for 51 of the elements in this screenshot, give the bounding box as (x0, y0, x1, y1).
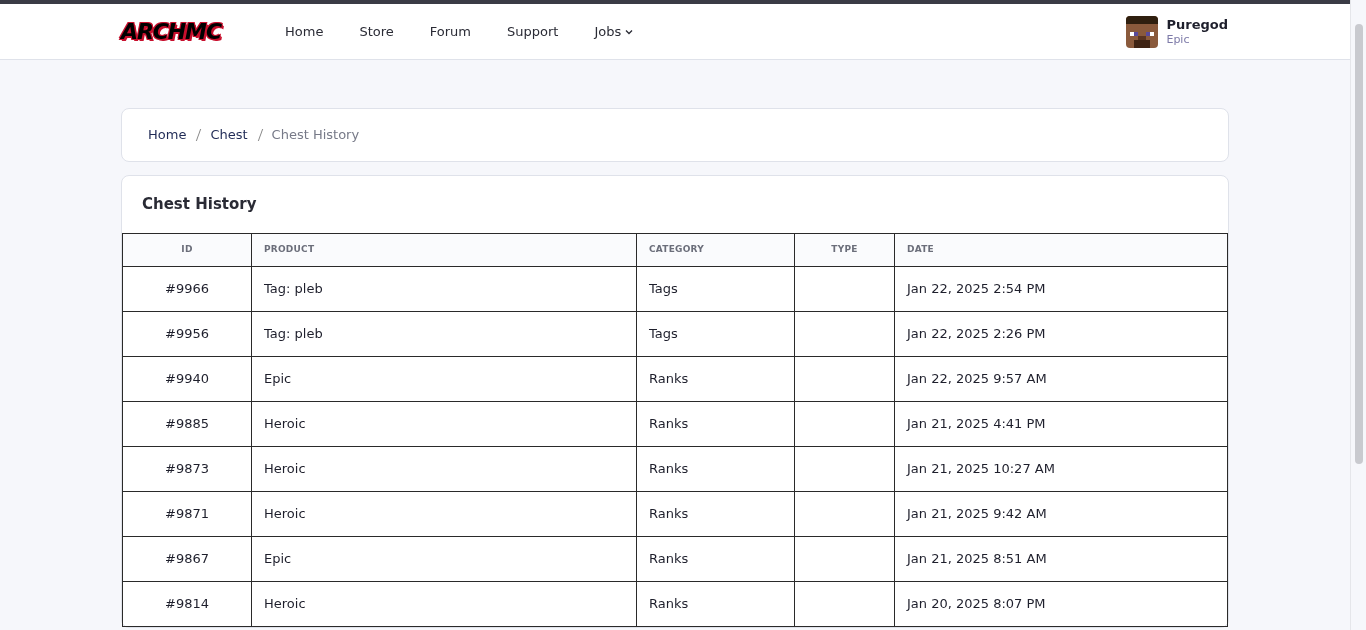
column-header: TYPE (794, 233, 895, 267)
breadcrumb-link[interactable]: Chest (210, 125, 248, 145)
table-cell: #9867 (122, 536, 252, 582)
breadcrumb-current: Chest History (271, 126, 360, 145)
table-cell: Tags (636, 266, 795, 312)
table-cell: Ranks (636, 401, 795, 447)
table-cell: #9885 (122, 401, 252, 447)
table-cell: Epic (251, 536, 637, 582)
table-cell: Heroic (251, 401, 637, 447)
table-cell: Ranks (636, 356, 795, 402)
table-cell: #9940 (122, 356, 252, 402)
breadcrumb-link[interactable]: Home (148, 125, 187, 145)
table-cell: Jan 20, 2025 8:07 PM (894, 581, 1228, 627)
table-cell: Ranks (636, 491, 795, 537)
table-cell: Ranks (636, 581, 795, 627)
table-cell: Ranks (636, 536, 795, 582)
table-cell: Heroic (251, 581, 637, 627)
table-cell: #9814 (122, 581, 252, 627)
table-cell: #9956 (122, 311, 252, 357)
table-cell: Jan 21, 2025 8:51 AM (894, 536, 1228, 582)
table-cell: Jan 21, 2025 4:41 PM (894, 401, 1228, 447)
table-cell: Jan 21, 2025 9:42 AM (894, 491, 1228, 537)
table-cell: Epic (251, 356, 637, 402)
column-header: DATE (894, 233, 1228, 267)
card-title: Chest History (141, 194, 258, 216)
column-header: PRODUCT (251, 233, 637, 267)
table-cell: Jan 21, 2025 10:27 AM (894, 446, 1228, 492)
avatar-icon[interactable] (1126, 15, 1159, 48)
table-cell: Jan 22, 2025 2:26 PM (894, 311, 1228, 357)
column-header: ID (122, 233, 252, 267)
nav-link[interactable]: Forum (429, 21, 471, 42)
nav-link[interactable]: Jobs (594, 21, 634, 42)
table-cell: Jan 22, 2025 9:57 AM (894, 356, 1228, 402)
table-cell: Tag: pleb (251, 311, 637, 357)
table-cell: Ranks (636, 446, 795, 492)
table-cell: Heroic (251, 446, 637, 492)
table-cell: Tag: pleb (251, 266, 637, 312)
nav-link[interactable]: Home (285, 21, 324, 42)
column-header: CATEGORY (636, 233, 795, 267)
nav-link[interactable]: Store (359, 21, 394, 42)
table-cell: Jan 22, 2025 2:54 PM (894, 266, 1228, 312)
scrollbar[interactable] (1350, 0, 1366, 630)
user-rank: Epic (1166, 32, 1191, 47)
nav-link[interactable]: Support (507, 21, 559, 42)
logo[interactable]: ARCHMC (121, 15, 233, 48)
table-cell: #9966 (122, 266, 252, 312)
table-cell: #9873 (122, 446, 252, 492)
table-cell: #9871 (122, 491, 252, 537)
table-cell: Heroic (251, 491, 637, 537)
username[interactable]: Puregod (1166, 16, 1228, 33)
table-cell: Tags (636, 311, 795, 357)
